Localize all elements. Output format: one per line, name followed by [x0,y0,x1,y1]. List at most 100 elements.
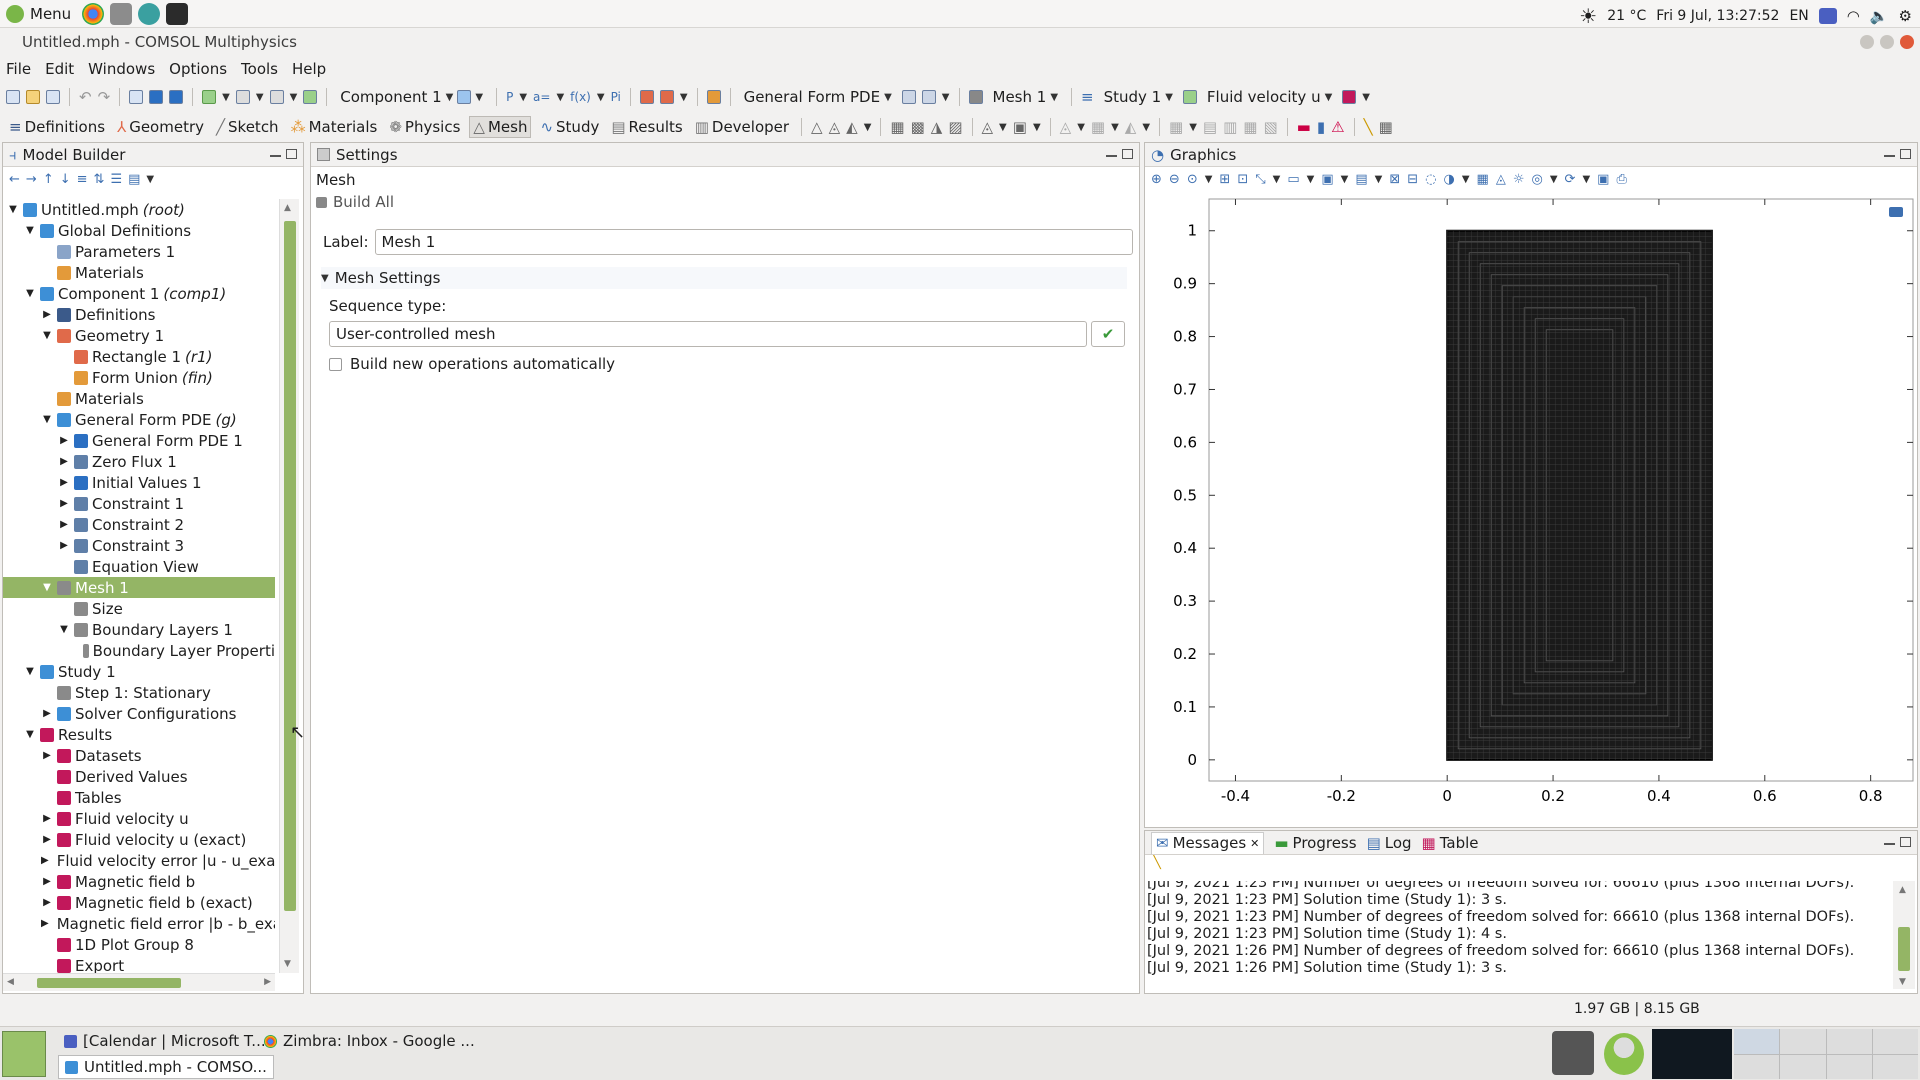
scroll-left-icon[interactable]: ◀ [7,977,14,987]
boundary-layers-icon[interactable]: ▩ [911,118,925,136]
build-all-button[interactable]: Build All [316,191,1134,213]
mesh-plot-icon[interactable]: ▬ [1297,118,1311,136]
msg-scroll-up-icon[interactable]: ▲ [1899,885,1906,895]
axes-icon[interactable]: ◬ [1496,172,1506,187]
tab-results[interactable]: ▤ Results [608,116,685,138]
add-physics-icon[interactable] [235,90,250,104]
plot-mesh-icon[interactable]: ▧ [1263,118,1277,136]
tree-item[interactable]: ▶ Zero Flux 1 [3,451,275,472]
comsol-launcher-icon[interactable] [138,3,160,25]
tree-expander-icon[interactable]: ▼ [41,414,53,425]
minimize-panel-button[interactable] [270,155,281,157]
tree-item[interactable]: ▼ Mesh 1 [3,577,275,598]
corner-refinement-icon[interactable]: ◮ [931,118,943,136]
workspace-6[interactable] [1780,1054,1826,1079]
workspace-8[interactable] [1872,1054,1918,1079]
build-geometry-icon[interactable] [639,90,654,104]
tree-expander-icon[interactable]: ▶ [41,750,53,761]
tree-item[interactable]: ▶ Datasets [3,745,275,766]
minimize-graphics-button[interactable] [1884,155,1895,157]
menu-options[interactable]: Options [169,60,227,78]
tree-item[interactable]: Rectangle 1 (r1) [3,346,275,367]
teams-tray-icon[interactable] [1818,8,1837,24]
scroll-right-icon[interactable]: ▶ [264,977,271,987]
keyboard-layout[interactable]: EN [1789,8,1808,24]
maximize-window-button[interactable] [1880,35,1894,49]
tree-expander-icon[interactable]: ▼ [41,582,53,593]
new-file-icon[interactable] [6,90,20,104]
tab-geometry[interactable]: ⅄ Geometry [114,116,207,138]
tree-expander-icon[interactable]: ▶ [41,708,53,719]
weather-icon[interactable]: ☀ [1579,4,1597,28]
messages-scrollbar[interactable]: ▲ ▼ [1893,881,1915,989]
back-icon[interactable]: ← [9,172,20,187]
workspace-5[interactable] [1734,1054,1780,1079]
taskbar-teams-item[interactable]: [Calendar | Microsoft T... [58,1029,272,1053]
zoom-selected-icon[interactable]: ⊡ [1237,172,1248,187]
maximize-messages-button[interactable] [1900,837,1911,847]
physics-bc-icon[interactable] [921,90,936,104]
compute-study-icon[interactable] [1182,90,1197,104]
tree-expander-icon[interactable]: ▶ [58,477,70,488]
workspace-7[interactable] [1826,1054,1872,1079]
tree-item[interactable]: ▼ Component 1 (comp1) [3,283,275,304]
tree-item[interactable]: ▼ Geometry 1 [3,325,275,346]
tab-physics[interactable]: ❁ Physics [386,116,463,138]
undo-icon[interactable]: ↶ [79,88,92,106]
convert-icon[interactable]: ▦ [1169,118,1183,136]
tree-expander-icon[interactable]: ▶ [58,498,70,509]
add-study-icon[interactable] [269,90,284,104]
tree-item[interactable]: Step 1: Stationary [3,682,275,703]
tree-item[interactable]: ▼ General Form PDE (g) [3,409,275,430]
tree-expander-icon[interactable]: ▼ [7,204,19,215]
show-desktop-icon[interactable] [2,1031,46,1077]
tree-item[interactable]: ▶ Definitions [3,304,275,325]
tree-item[interactable]: ▼ Results [3,724,275,745]
copy-mesh-icon[interactable]: ▣ [1013,118,1027,136]
reset-icon[interactable]: ▦ [1379,118,1393,136]
scroll-up-icon[interactable]: ▲ [284,203,291,213]
maximize-panel-button[interactable] [286,149,297,159]
variables-icon[interactable]: a= [533,90,550,104]
zotero-launcher-icon[interactable] [110,3,132,25]
help-icon[interactable] [169,90,184,104]
tree-item[interactable]: Boundary Layer Properti [3,640,275,661]
tree-expander-icon[interactable]: ▶ [41,309,53,320]
menu-windows[interactable]: Windows [88,60,155,78]
sequence-type-dropdown-icon[interactable]: ✔ [1091,321,1125,347]
move-down-icon[interactable]: ↓ [60,172,71,187]
sequence-type-select[interactable]: User-controlled mesh [329,321,1087,347]
materials-icon[interactable] [706,90,721,104]
wifi-icon[interactable]: ◠ [1847,7,1860,25]
mesh-icon[interactable] [968,90,983,104]
tree-item[interactable]: ▶ Fluid velocity u [3,808,275,829]
lights-icon[interactable]: ☼ [1513,172,1525,187]
tree-scroll-thumb[interactable] [284,221,296,911]
workspace-4[interactable] [1872,1029,1918,1054]
lock-screen-icon[interactable] [1552,1031,1594,1075]
grid-icon[interactable]: ▦ [1477,172,1489,187]
tree-expander-icon[interactable]: ▼ [24,729,36,740]
close-window-button[interactable] [1900,35,1914,49]
tree-item[interactable]: ▶ Magnetic field b [3,871,275,892]
collapse-icon[interactable]: ⇅ [94,172,105,187]
warning-icon[interactable]: ⚠ [1331,118,1344,136]
tree-item[interactable]: 1D Plot Group 8 [3,934,275,955]
chrome-launcher-icon[interactable] [82,3,104,25]
tree-item[interactable]: ▶ Constraint 1 [3,493,275,514]
tree-item[interactable]: Parameters 1 [3,241,275,262]
tree-item[interactable]: Export [3,955,275,973]
tree-item[interactable]: Tables [3,787,275,808]
tree-expander-icon[interactable]: ▼ [41,330,53,341]
copy-icon[interactable] [129,90,144,104]
delete-entities-icon[interactable]: ◬ [1060,118,1072,136]
maximize-graphics-button[interactable] [1900,149,1911,159]
tree-expander-icon[interactable]: ▶ [41,813,53,824]
plot-selector[interactable]: Fluid velocity u ▼ [1203,88,1336,106]
tree-menu-icon[interactable]: ▤ [128,172,140,187]
edge-icon[interactable]: ▨ [948,118,962,136]
build-mesh-icon[interactable]: △ [811,118,823,136]
clear-messages-icon[interactable]: ╲ [1145,855,1917,877]
build-auto-checkbox[interactable] [329,357,342,371]
tree-item[interactable]: ▼ Boundary Layers 1 [3,619,275,640]
